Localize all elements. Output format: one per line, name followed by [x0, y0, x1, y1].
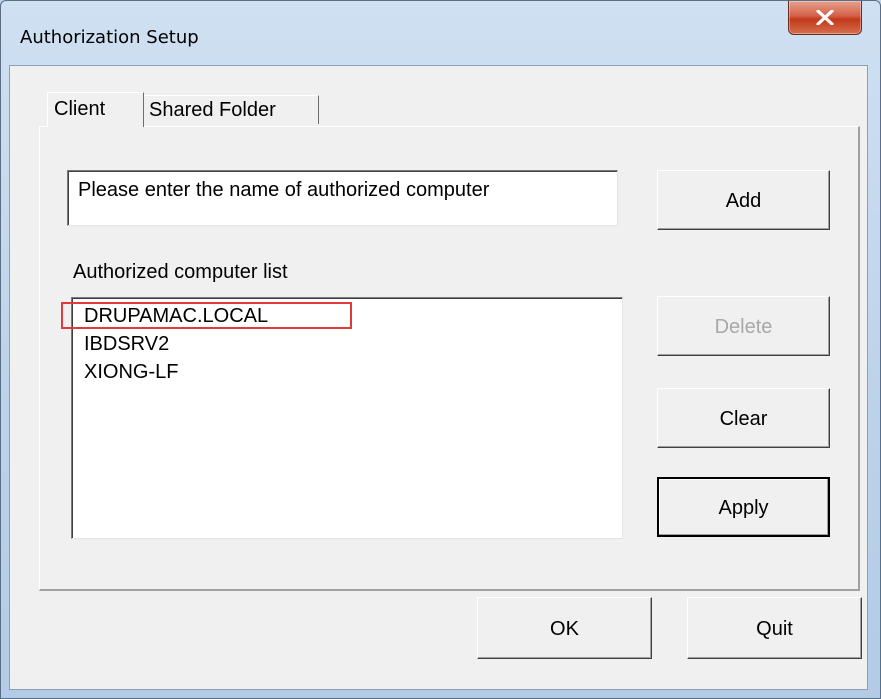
add-button[interactable]: Add	[657, 170, 830, 230]
window-title: Authorization Setup	[20, 27, 199, 48]
close-button[interactable]	[788, 1, 862, 35]
close-icon	[816, 10, 834, 25]
list-item[interactable]: IBDSRV2	[84, 332, 169, 356]
computer-name-input[interactable]: Please enter the name of authorized comp…	[67, 170, 618, 226]
authorized-list-label: Authorized computer list	[73, 261, 288, 283]
tab-shared-folder[interactable]: Shared Folder	[143, 95, 319, 124]
apply-button[interactable]: Apply	[657, 477, 830, 537]
authorization-setup-window: Authorization Setup Client Shared Folder…	[0, 0, 881, 699]
delete-button[interactable]: Delete	[657, 296, 830, 356]
ok-button[interactable]: OK	[477, 597, 652, 659]
quit-button[interactable]: Quit	[687, 597, 862, 659]
annotation-highlight-box	[61, 302, 352, 329]
authorized-computer-list[interactable]: DRUPAMAC.LOCAL IBDSRV2 XIONG-LF	[71, 297, 623, 539]
dialog-body: Client Shared Folder Please enter the na…	[9, 65, 868, 690]
clear-button[interactable]: Clear	[657, 388, 830, 448]
list-item[interactable]: XIONG-LF	[84, 360, 178, 384]
tab-client[interactable]: Client	[47, 92, 144, 127]
title-bar[interactable]: Authorization Setup	[1, 1, 880, 65]
